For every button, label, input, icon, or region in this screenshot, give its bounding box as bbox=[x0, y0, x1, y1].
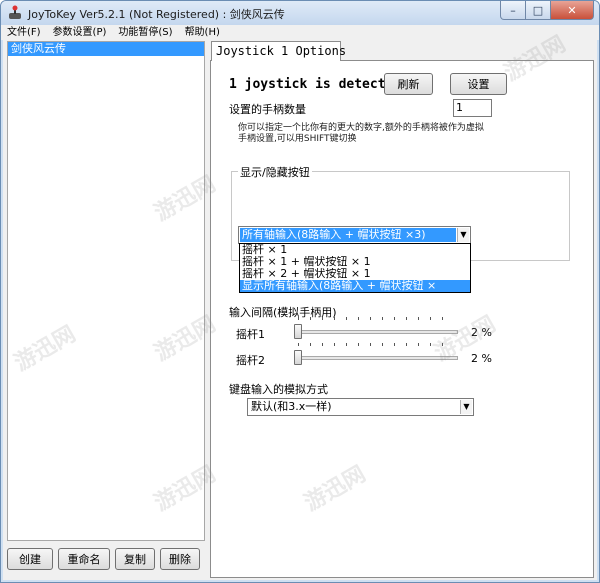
window-controls: – □ ✕ bbox=[500, 1, 594, 20]
slider-track bbox=[294, 330, 458, 334]
minimize-button[interactable]: – bbox=[500, 1, 526, 20]
slider-ticks bbox=[298, 343, 454, 346]
maximize-button[interactable]: □ bbox=[526, 1, 551, 20]
options-panel: 1 joystick is detected 刷新 设置 设置的手柄数量 1 你… bbox=[210, 60, 594, 578]
slider-1-thumb[interactable] bbox=[294, 324, 302, 339]
dropdown-option[interactable]: 摇杆 × 1 bbox=[240, 244, 470, 256]
slider-2-value: 2 % bbox=[471, 352, 492, 365]
maximize-icon: □ bbox=[532, 3, 544, 17]
config-list[interactable]: 剑侠风云传 bbox=[7, 41, 205, 541]
dropdown-option-selected[interactable]: 显示所有轴输入(8路输入 + 帽状按钮 × bbox=[240, 280, 470, 292]
create-button[interactable]: 创建 bbox=[7, 548, 53, 570]
tab-options[interactable]: Options bbox=[295, 44, 346, 58]
slider-track bbox=[294, 356, 458, 360]
window-title: JoyToKey Ver5.2.1 (Not Registered) : 剑侠风… bbox=[28, 8, 285, 21]
client-area: 剑侠风云传 创建 重命名 复制 删除 Joystick 1 Options 1 … bbox=[3, 40, 597, 580]
joystick-count-input[interactable]: 1 bbox=[453, 99, 492, 117]
detected-status: 1 joystick is detected bbox=[229, 77, 385, 92]
slider-1-value: 2 % bbox=[471, 326, 492, 339]
keyboard-mode-title: 键盘输入的模拟方式 bbox=[229, 383, 328, 396]
show-hide-dropdown[interactable]: 摇杆 × 1 摇杆 × 1 + 帽状按钮 × 1 摇杆 × 2 + 帽状按钮 ×… bbox=[239, 243, 471, 293]
count-note: 你可以指定一个比你有的更大的数字,额外的手柄将被作为虚拟 手柄设置,可以用SHI… bbox=[238, 123, 538, 145]
show-hide-title: 显示/隐藏按钮 bbox=[238, 164, 312, 180]
delete-button[interactable]: 删除 bbox=[160, 548, 200, 570]
dropdown-option[interactable]: 摇杆 × 2 + 帽状按钮 × 1 bbox=[240, 268, 470, 280]
rename-button[interactable]: 重命名 bbox=[58, 548, 110, 570]
keyboard-mode-combo[interactable]: 默认(和3.x一样) ▼ bbox=[247, 398, 474, 416]
count-note-line2: 手柄设置,可以用SHIFT键切换 bbox=[238, 134, 357, 144]
minimize-icon: – bbox=[510, 3, 516, 17]
close-button[interactable]: ✕ bbox=[551, 1, 594, 20]
copy-button[interactable]: 复制 bbox=[115, 548, 155, 570]
slider-2[interactable] bbox=[294, 343, 458, 365]
tab-joystick-1[interactable]: Joystick 1 bbox=[216, 44, 288, 58]
menu-pause[interactable]: 功能暂停(S) bbox=[112, 25, 178, 40]
close-icon: ✕ bbox=[567, 3, 577, 17]
show-hide-selected: 所有轴输入(8路输入 + 帽状按钮 ×3) bbox=[240, 228, 456, 242]
menu-bar: 文件(F) 参数设置(P) 功能暂停(S) 帮助(H) bbox=[1, 25, 599, 40]
chevron-down-icon[interactable]: ▼ bbox=[457, 228, 469, 242]
slider-2-thumb[interactable] bbox=[294, 350, 302, 365]
menu-params[interactable]: 参数设置(P) bbox=[47, 25, 113, 40]
slider-1-label: 摇杆1 bbox=[236, 328, 265, 341]
config-buttons: 创建 重命名 复制 删除 bbox=[7, 548, 200, 570]
slider-1[interactable] bbox=[294, 317, 458, 339]
slider-ticks bbox=[298, 317, 454, 320]
slider-2-label: 摇杆2 bbox=[236, 354, 265, 367]
joystick-icon bbox=[9, 5, 21, 19]
keyboard-mode-selected: 默认(和3.x一样) bbox=[251, 400, 332, 413]
tab-joystick-options[interactable]: Joystick 1 Options bbox=[211, 41, 346, 61]
show-hide-combo[interactable]: 所有轴输入(8路输入 + 帽状按钮 ×3) ▼ bbox=[238, 226, 471, 244]
settings-button[interactable]: 设置 bbox=[450, 73, 507, 95]
count-note-line1: 你可以指定一个比你有的更大的数字,额外的手柄将被作为虚拟 bbox=[238, 123, 484, 133]
config-item[interactable]: 剑侠风云传 bbox=[8, 42, 204, 56]
joystick-count-label: 设置的手柄数量 bbox=[229, 103, 306, 116]
menu-help[interactable]: 帮助(H) bbox=[179, 25, 226, 40]
app-window: JoyToKey Ver5.2.1 (Not Registered) : 剑侠风… bbox=[0, 0, 600, 583]
chevron-down-icon[interactable]: ▼ bbox=[460, 400, 472, 414]
title-bar[interactable]: JoyToKey Ver5.2.1 (Not Registered) : 剑侠风… bbox=[1, 1, 599, 25]
dropdown-option[interactable]: 摇杆 × 1 + 帽状按钮 × 1 bbox=[240, 256, 470, 268]
menu-file[interactable]: 文件(F) bbox=[1, 25, 47, 40]
refresh-button[interactable]: 刷新 bbox=[384, 73, 433, 95]
